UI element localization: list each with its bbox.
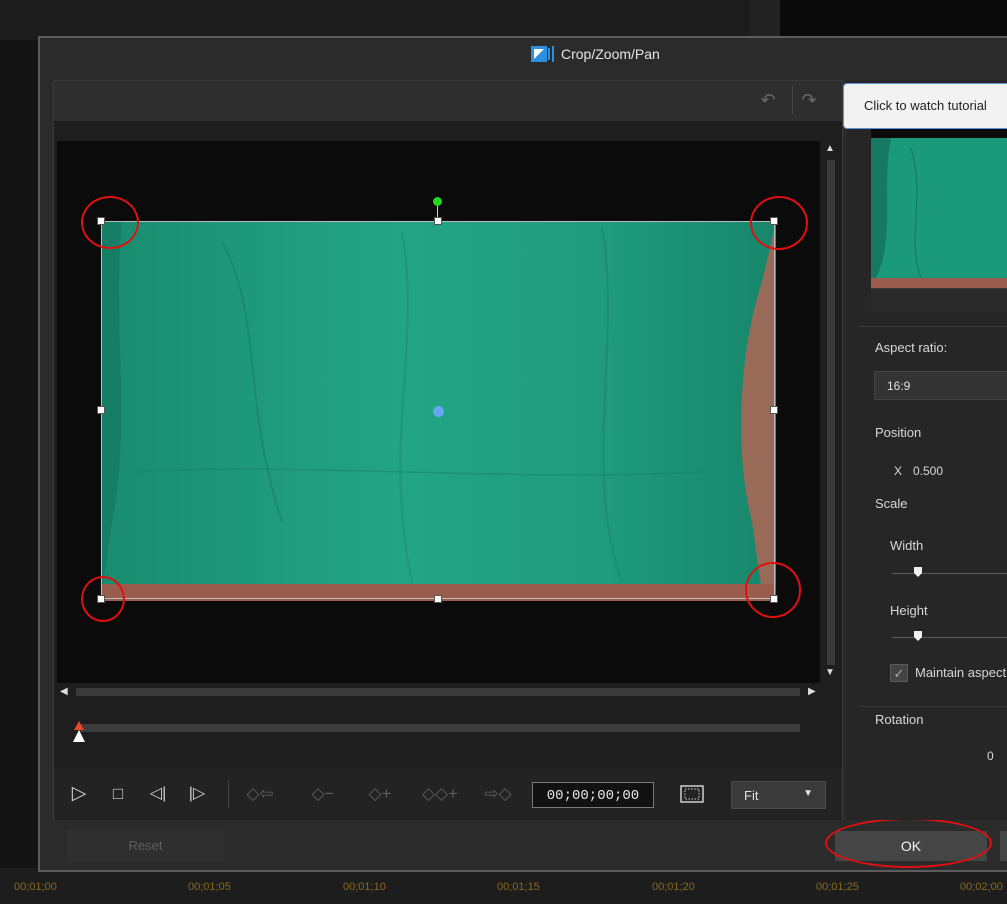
center-point-handle[interactable] [433,406,444,417]
scroll-up-icon[interactable]: ▲ [825,143,835,154]
thumbnail-preview [871,128,1007,288]
tutorial-tooltip[interactable]: Click to watch tutorial [843,83,1007,129]
timeline-label: 00;01;00 [14,881,57,893]
maintain-aspect-checkbox[interactable]: ✓ [890,664,908,682]
undo-button[interactable]: ↶ [752,86,784,114]
scale-label: Scale [875,496,908,511]
play-button[interactable]: ▷ [66,781,92,807]
cancel-button[interactable] [1000,831,1007,861]
timeline-label: 00;01;05 [188,881,231,893]
horizontal-scroll-thumb[interactable] [76,688,800,696]
aspect-ratio-label: Aspect ratio: [875,340,948,355]
reset-button[interactable]: Reset [67,830,224,862]
duplicate-keyframe-button[interactable]: ◇◇+ [418,781,462,807]
previous-keyframe-button[interactable]: ◇⇦ [240,781,280,807]
redo-button[interactable]: ↷ [792,86,825,114]
annotation-circle-top-left [81,196,139,249]
zoom-fit-label: Fit [744,788,759,803]
rotate-handle[interactable] [433,197,442,206]
width-slider-track[interactable] [892,573,1007,574]
thumbnail-image [871,138,1007,288]
crop-handle-top[interactable] [434,217,442,225]
background-app-area [0,0,750,40]
position-x-value[interactable]: 0.500 [913,464,943,478]
dialog-title: Crop/Zoom/Pan [561,46,660,62]
position-x-label: X [894,464,903,478]
scroll-left-icon[interactable]: ◀ [60,686,68,697]
height-slider-track[interactable] [892,637,1007,638]
height-label: Height [890,603,928,618]
width-label: Width [890,538,924,553]
maintain-aspect-label: Maintain aspect ratio [915,665,1007,680]
transport-separator [228,780,229,808]
timeline-label: 00;01;15 [497,881,540,893]
panel-divider [858,326,1007,327]
background-dark-area [780,0,1007,40]
width-slider-knob[interactable] [914,567,922,577]
annotation-circle-ok [825,818,992,868]
crop-handle-right[interactable] [770,406,778,414]
next-keyframe-button[interactable]: ⇨◇ [476,781,520,807]
chevron-down-icon: ▼ [803,788,813,799]
video-crop-icon [531,46,554,62]
crop-handle-left[interactable] [97,406,105,414]
panel-divider [858,706,1007,707]
timeline-playhead[interactable] [72,721,86,743]
position-label: Position [875,425,922,440]
rotation-value[interactable]: 0 [987,749,994,763]
vertical-scroll-thumb[interactable] [827,160,835,665]
height-slider-knob[interactable] [914,631,922,641]
timeline-label: 00;02;00 [960,881,1003,893]
previous-frame-button[interactable]: ◁| [144,781,172,807]
stop-button[interactable]: □ [106,781,130,807]
safe-zone-icon[interactable] [680,785,704,803]
timecode-field[interactable]: 00;00;00;00 [532,782,654,808]
add-keyframe-button[interactable]: ◇+ [360,781,400,807]
timeline-label: 00;01;20 [652,881,695,893]
dialog-title-bar [40,38,1007,74]
scroll-right-icon[interactable]: ▶ [808,686,816,697]
preview-toolbar [54,81,842,121]
next-frame-button[interactable]: |▷ [183,781,211,807]
annotation-circle-bottom-right [745,562,801,618]
remove-keyframe-button[interactable]: ◇− [303,781,343,807]
annotation-circle-bottom-left [81,576,125,622]
annotation-circle-top-right [750,196,808,250]
timeline-label: 00;01;25 [816,881,859,893]
keyframe-timeline-track[interactable] [78,724,800,732]
aspect-ratio-dropdown[interactable]: 16:9 [874,371,1007,400]
scroll-down-icon[interactable]: ▼ [825,667,835,678]
thumbnail-bar [871,288,1007,313]
rotate-handle-stem [437,205,438,217]
zoom-fit-dropdown[interactable]: Fit ▼ [731,781,826,809]
background-divider [750,0,780,40]
timeline-label: 00;01;10 [343,881,386,893]
rotation-label: Rotation [875,712,924,727]
crop-handle-bottom[interactable] [434,595,442,603]
